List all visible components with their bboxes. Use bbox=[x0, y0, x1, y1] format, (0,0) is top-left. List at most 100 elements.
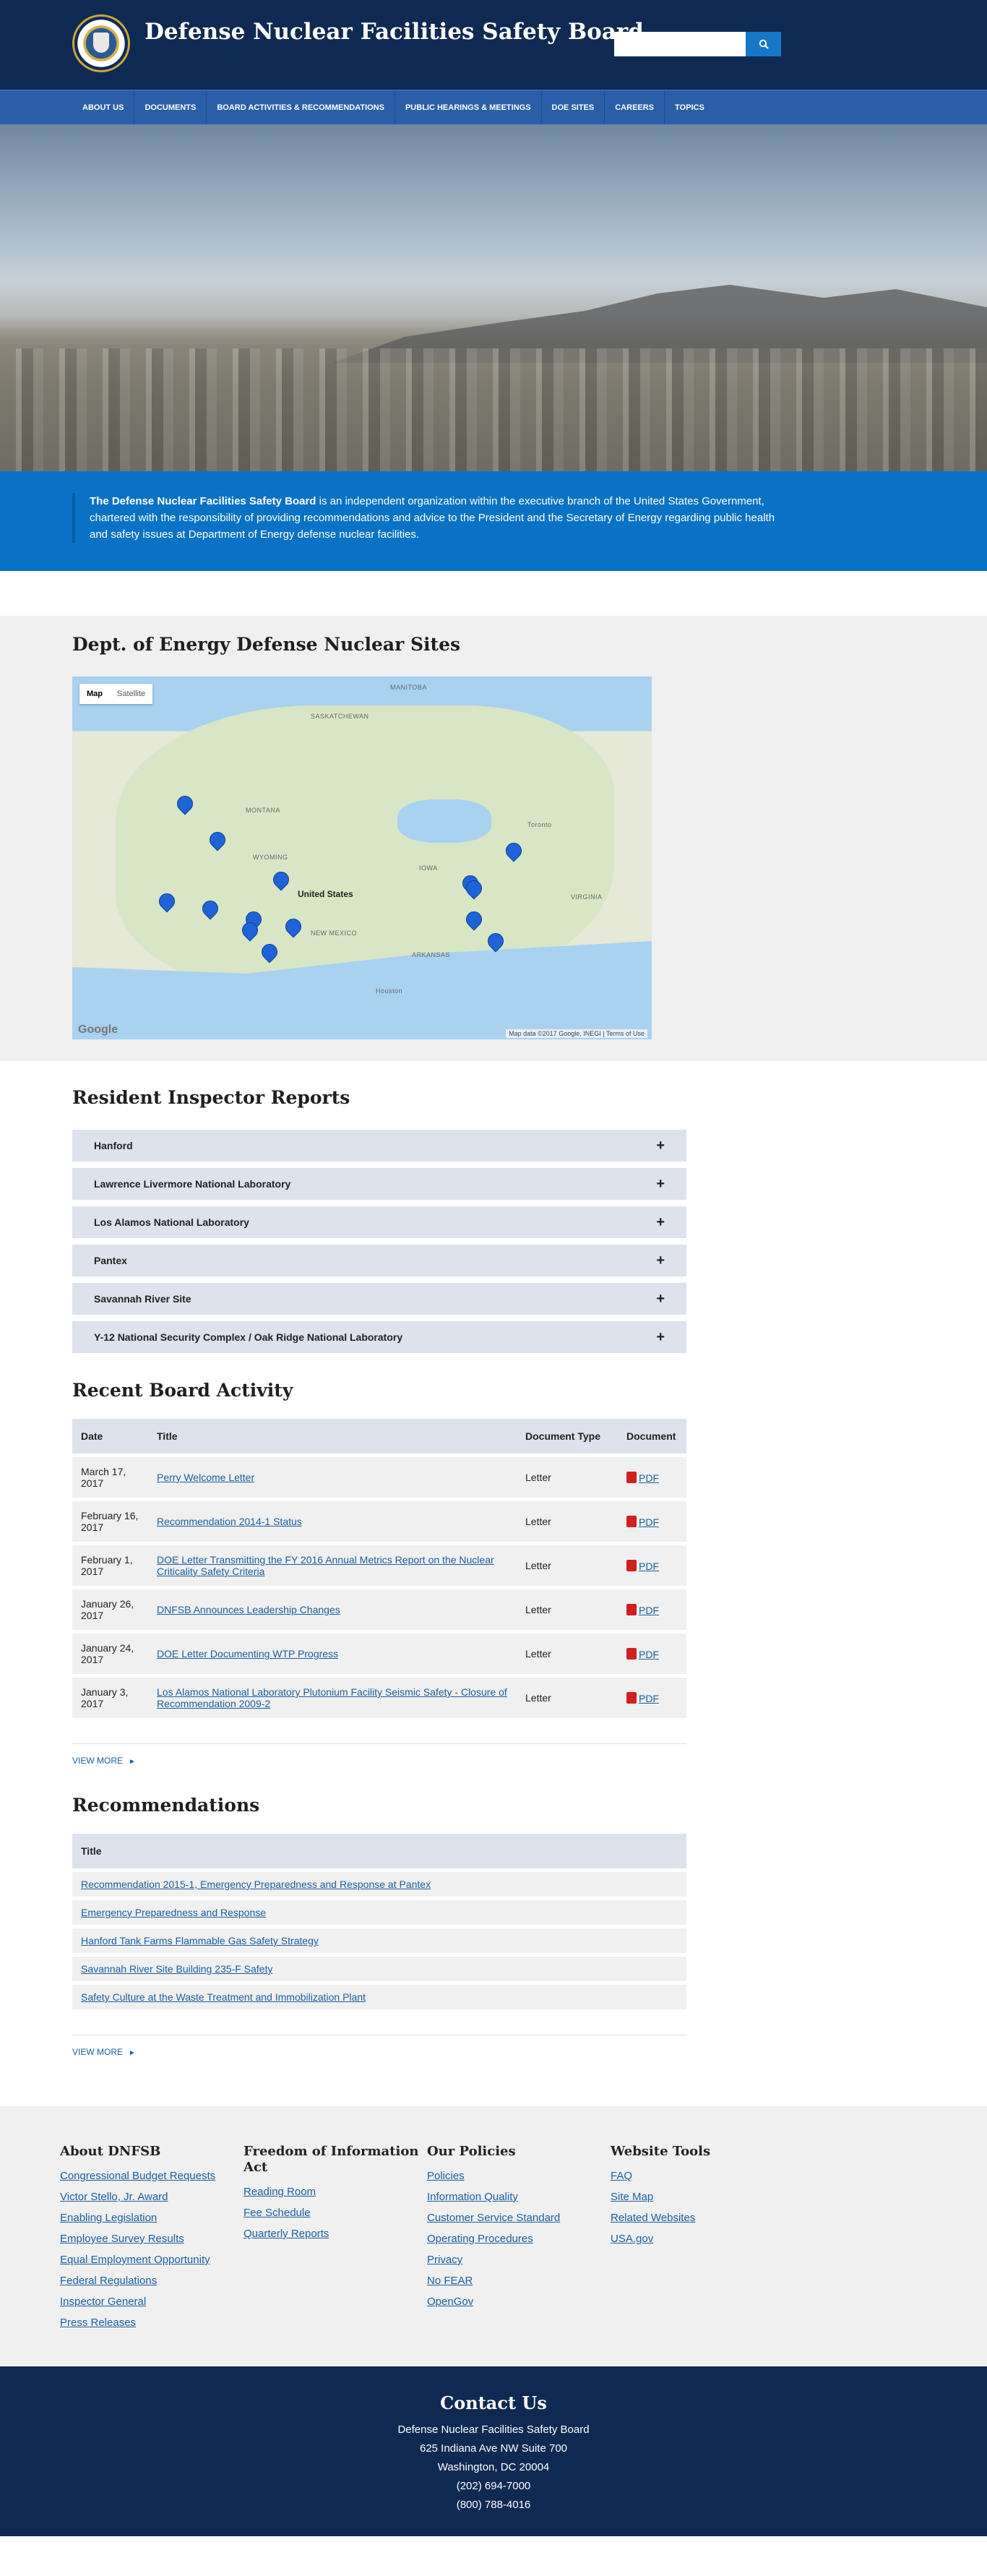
inspector-reports-section: Resident Inspector Reports Hanford + Lawr… bbox=[0, 1061, 987, 1353]
nav-documents[interactable]: Documents bbox=[134, 90, 207, 125]
intro-banner: The Defense Nuclear Facilities Safety Bo… bbox=[0, 471, 987, 571]
map-pin[interactable] bbox=[202, 901, 217, 919]
map-pin[interactable] bbox=[273, 872, 288, 890]
recommendation-link[interactable]: Recommendation 2015-1, Emergency Prepare… bbox=[81, 1879, 431, 1890]
site-title[interactable]: Defense Nuclear Facilities Safety Board bbox=[145, 19, 644, 45]
nav-careers[interactable]: Careers bbox=[605, 90, 665, 125]
footer-link[interactable]: Fee Schedule bbox=[243, 2207, 427, 2219]
pdf-icon bbox=[626, 1515, 637, 1527]
activity-title-link[interactable]: Recommendation 2014-1 Status bbox=[157, 1516, 302, 1527]
activity-title-link[interactable]: DNFSB Announces Leadership Changes bbox=[157, 1604, 340, 1615]
footer-link[interactable]: Reading Room bbox=[243, 2186, 427, 2198]
footer-link[interactable]: Related Websites bbox=[611, 2212, 794, 2224]
column-title: Title bbox=[72, 1834, 686, 1868]
footer-link[interactable]: Inspector General bbox=[60, 2296, 243, 2308]
footer-link[interactable]: Information Quality bbox=[427, 2191, 611, 2203]
footer-column-tools: Website Tools FAQ Site Map Related Websi… bbox=[611, 2144, 794, 2337]
expand-icon: + bbox=[656, 1252, 665, 1268]
recommendations-section: Recommendations Title Recommendation 201… bbox=[0, 1766, 987, 2057]
table-row: Savannah River Site Building 235-F Safet… bbox=[72, 1957, 686, 1981]
recommendations-view-more[interactable]: VIEW MORE ► bbox=[72, 2035, 686, 2057]
activity-title-link[interactable]: DOE Letter Documenting WTP Progress bbox=[157, 1648, 338, 1660]
table-row: January 26, 2017 DNFSB Announces Leaders… bbox=[72, 1589, 686, 1630]
table-row: March 17, 2017 Perry Welcome Letter Lett… bbox=[72, 1457, 686, 1498]
recommendation-link[interactable]: Savannah River Site Building 235-F Safet… bbox=[81, 1963, 272, 1975]
pdf-link[interactable]: PDF bbox=[639, 1605, 659, 1616]
accordion-pantex[interactable]: Pantex + bbox=[72, 1245, 686, 1276]
accordion-lanl[interactable]: Los Alamos National Laboratory + bbox=[72, 1206, 686, 1238]
arrow-right-icon: ► bbox=[129, 2049, 136, 2057]
footer-column-about: About DNFSB Congressional Budget Request… bbox=[60, 2144, 243, 2337]
nav-public-hearings[interactable]: Public Hearings & Meetings bbox=[395, 90, 542, 125]
map-pin[interactable] bbox=[242, 922, 257, 941]
nav-topics[interactable]: Topics bbox=[665, 90, 715, 125]
activity-title-link[interactable]: Perry Welcome Letter bbox=[157, 1472, 254, 1483]
footer-link[interactable]: Site Map bbox=[611, 2191, 794, 2203]
footer-link[interactable]: Customer Service Standard bbox=[427, 2212, 611, 2224]
footer-link[interactable]: Operating Procedures bbox=[427, 2233, 611, 2245]
footer-link[interactable]: Quarterly Reports bbox=[243, 2228, 427, 2240]
contact-heading: Contact Us bbox=[440, 2392, 547, 2413]
map-pin[interactable] bbox=[466, 911, 480, 930]
map-tab-map[interactable]: Map bbox=[79, 684, 110, 704]
footer-link[interactable]: No FEAR bbox=[427, 2275, 611, 2287]
search-input[interactable] bbox=[614, 32, 746, 56]
activity-view-more[interactable]: VIEW MORE ► bbox=[72, 1743, 686, 1766]
map-heading: Dept. of Energy Defense Nuclear Sites bbox=[72, 634, 461, 655]
footer-link[interactable]: OpenGov bbox=[427, 2296, 611, 2308]
map-pin[interactable] bbox=[159, 893, 173, 912]
map-tab-satellite[interactable]: Satellite bbox=[110, 684, 152, 704]
dnfsb-seal-logo[interactable] bbox=[72, 14, 130, 72]
footer-link[interactable]: Equal Employment Opportunity bbox=[60, 2254, 243, 2266]
map-pin[interactable] bbox=[466, 880, 480, 899]
map-pin[interactable] bbox=[177, 796, 191, 815]
recommendations-heading: Recommendations bbox=[72, 1795, 260, 1816]
footer-link[interactable]: Policies bbox=[427, 2170, 611, 2182]
activity-title-link[interactable]: DOE Letter Transmitting the FY 2016 Annu… bbox=[157, 1554, 494, 1577]
activity-table: Date Title Document Type Document March … bbox=[72, 1415, 686, 1722]
nav-board-activities[interactable]: Board Activities & Recommendations bbox=[207, 90, 395, 125]
pdf-icon bbox=[626, 1603, 637, 1615]
accordion-savannah-river[interactable]: Savannah River Site + bbox=[72, 1283, 686, 1315]
footer-link[interactable]: Employee Survey Results bbox=[60, 2233, 243, 2245]
footer-link[interactable]: Federal Regulations bbox=[60, 2275, 243, 2287]
footer-link[interactable]: FAQ bbox=[611, 2170, 794, 2182]
map-pin[interactable] bbox=[488, 933, 502, 952]
column-doc-type: Document Type bbox=[517, 1419, 618, 1454]
recommendation-link[interactable]: Hanford Tank Farms Flammable Gas Safety … bbox=[81, 1935, 319, 1946]
map-pin[interactable] bbox=[262, 944, 276, 963]
footer-link[interactable]: Victor Stello, Jr. Award bbox=[60, 2191, 243, 2203]
accordion-y12[interactable]: Y-12 National Security Complex / Oak Rid… bbox=[72, 1321, 686, 1353]
accordion-llnl[interactable]: Lawrence Livermore National Laboratory + bbox=[72, 1168, 686, 1200]
map-pin[interactable] bbox=[210, 832, 224, 851]
inspector-heading: Resident Inspector Reports bbox=[72, 1087, 350, 1108]
column-title: Title bbox=[148, 1419, 517, 1454]
recommendations-table: Title Recommendation 2015-1, Emergency P… bbox=[72, 1830, 686, 2013]
recommendation-link[interactable]: Emergency Preparedness and Response bbox=[81, 1907, 266, 1918]
footer-link[interactable]: Press Releases bbox=[60, 2317, 243, 2329]
expand-icon: + bbox=[656, 1137, 665, 1154]
map-attribution[interactable]: Map data ©2017 Google, INEGI | Terms of … bbox=[506, 1029, 647, 1038]
pdf-link[interactable]: PDF bbox=[639, 1516, 659, 1528]
pdf-link[interactable]: PDF bbox=[639, 1560, 659, 1572]
recommendation-link[interactable]: Safety Culture at the Waste Treatment an… bbox=[81, 1991, 366, 2003]
accordion-hanford[interactable]: Hanford + bbox=[72, 1130, 686, 1162]
sites-map[interactable]: SASKATCHEWAN MANITOBA MONTANA WYOMING IO… bbox=[72, 677, 652, 1039]
activity-title-link[interactable]: Los Alamos National Laboratory Plutonium… bbox=[157, 1686, 507, 1709]
footer-link[interactable]: Privacy bbox=[427, 2254, 611, 2266]
hero-image bbox=[0, 124, 987, 471]
map-pin[interactable] bbox=[285, 919, 300, 937]
pdf-link[interactable]: PDF bbox=[639, 1472, 659, 1484]
pdf-link[interactable]: PDF bbox=[639, 1649, 659, 1660]
footer-link[interactable]: Enabling Legislation bbox=[60, 2212, 243, 2224]
pdf-link[interactable]: PDF bbox=[639, 1693, 659, 1704]
nav-about-us[interactable]: About Us bbox=[72, 90, 135, 125]
activity-heading: Recent Board Activity bbox=[72, 1380, 293, 1401]
search-button[interactable] bbox=[746, 32, 781, 56]
board-activity-section: Recent Board Activity Date Title Documen… bbox=[0, 1360, 987, 1766]
map-country-label: United States bbox=[298, 889, 353, 899]
nav-doe-sites[interactable]: DOE Sites bbox=[542, 90, 605, 125]
map-pin[interactable] bbox=[506, 843, 520, 862]
footer-link[interactable]: USA.gov bbox=[611, 2233, 794, 2245]
footer-link[interactable]: Congressional Budget Requests bbox=[60, 2170, 243, 2182]
